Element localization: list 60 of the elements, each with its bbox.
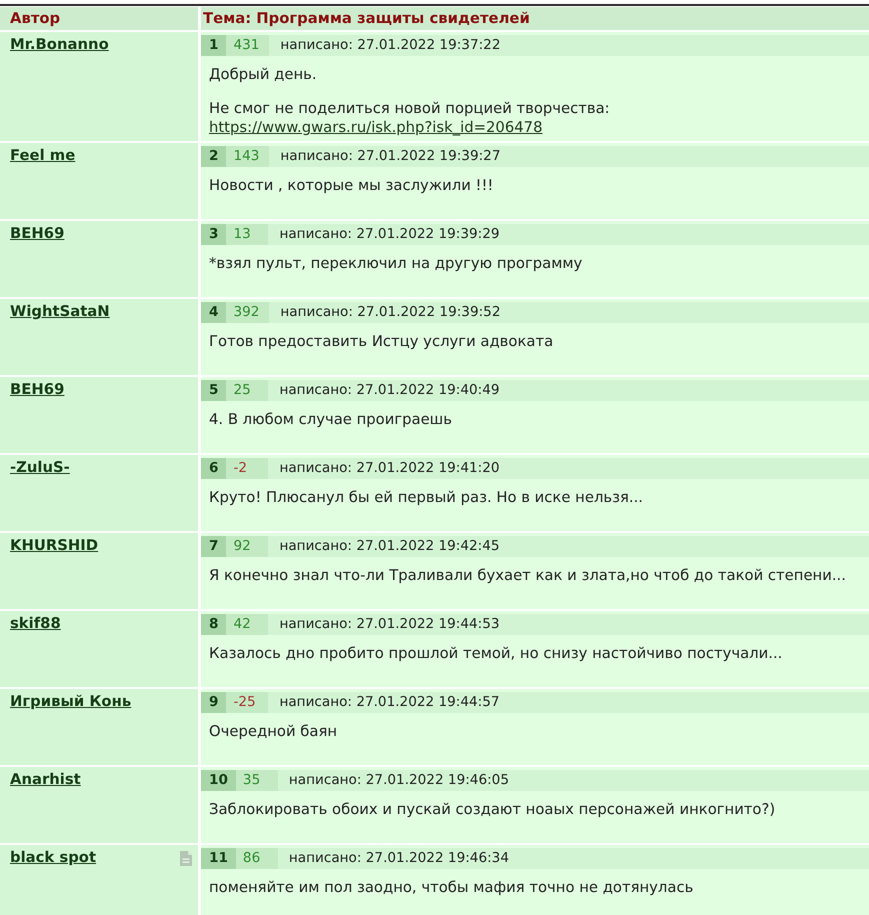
post-text: *взял пульт, переключил на другую программу [209, 254, 582, 273]
author-link[interactable]: skif88 [10, 615, 61, 633]
author-link[interactable]: Игривый Конь [10, 693, 132, 711]
post-text: 4. В любом случае проиграешь [209, 410, 452, 429]
post-text: Новости , которые мы заслужили !!! [209, 176, 494, 195]
post-number[interactable]: 6 [201, 458, 226, 479]
post-text: Готов предоставить Истцу услуги адвоката [209, 332, 554, 351]
post-number[interactable]: 5 [201, 380, 226, 401]
post-date: написано: 27.01.2022 19:39:52 [280, 303, 500, 322]
author-link[interactable]: -ZuluS- [10, 459, 70, 477]
post-number[interactable]: 3 [201, 224, 226, 245]
post-rating: 42 [226, 614, 268, 635]
post-number[interactable]: 9 [201, 692, 226, 713]
post-rating: 392 [226, 302, 270, 323]
author-link[interactable]: Feel me [10, 147, 76, 165]
post-rating: 86 [236, 848, 278, 869]
post-rating: 13 [226, 224, 268, 245]
post-text: Добрый день. [209, 65, 317, 84]
document-icon[interactable] [180, 851, 192, 866]
post-rating: 143 [226, 146, 270, 167]
post-date: написано: 27.01.2022 19:46:34 [288, 849, 509, 868]
author-link[interactable]: BEH69 [10, 225, 64, 243]
author-link[interactable]: Mr.Bonanno [10, 36, 109, 54]
post-rating: -25 [226, 692, 268, 713]
post-rating: 431 [226, 35, 270, 56]
post-number[interactable]: 4 [201, 302, 226, 323]
post-rating: 92 [226, 536, 268, 557]
post-number[interactable]: 8 [201, 614, 226, 635]
post-date: написано: 27.01.2022 19:39:29 [279, 225, 500, 244]
post-text: поменяйте им пол заодно, чтобы мафия точно не дотянулась [209, 878, 694, 897]
author-link[interactable]: KHURSHID [10, 537, 98, 555]
post-date: написано: 27.01.2022 19:44:53 [279, 615, 500, 634]
post-number[interactable]: 10 [201, 770, 236, 791]
post-rating: -2 [226, 458, 268, 479]
post-text: Очередной баян [209, 722, 338, 741]
post-date: написано: 27.01.2022 19:41:20 [279, 459, 500, 478]
author-link[interactable]: WightSataN [10, 303, 110, 321]
post-text: Не смог не поделиться новой порцией творчества: [209, 99, 610, 118]
post-text: Заблокировать обоих и пускай создают ноаых персонажей инкогнито?) [209, 800, 776, 819]
post-number[interactable]: 1 [201, 35, 226, 56]
post-rating: 35 [236, 770, 278, 791]
post-text: Казалось дно пробито прошлой темой, но снизу настойчиво постучали... [209, 644, 782, 663]
post-rating: 25 [226, 380, 268, 401]
post-date: написано: 27.01.2022 19:46:05 [288, 771, 509, 790]
post-text: Я конечно знал что-ли Траливали бухает как и злата,но чтоб до такой степени... [209, 566, 846, 585]
post-date: написано: 27.01.2022 19:40:49 [279, 381, 500, 400]
post-number[interactable]: 7 [201, 536, 226, 557]
post-number[interactable]: 11 [201, 848, 236, 869]
author-link[interactable]: black spot [10, 849, 96, 867]
post-date: написано: 27.01.2022 19:37:22 [280, 36, 500, 55]
author-link[interactable]: Anarhist [10, 771, 81, 789]
post-link[interactable]: https://www.gwars.ru/isk.php?isk_id=206478 [209, 118, 542, 137]
post-date: написано: 27.01.2022 19:44:57 [279, 693, 500, 712]
post-number[interactable]: 2 [201, 146, 226, 167]
column-header: Автор [0, 7, 198, 30]
author-link[interactable]: BEH69 [10, 381, 64, 399]
post-date: написано: 27.01.2022 19:39:27 [280, 147, 500, 166]
column-header: Тема: Программа защиты свидетелей [201, 7, 869, 30]
post-date: написано: 27.01.2022 19:42:45 [279, 537, 500, 556]
post-text: Круто! Плюсанул бы ей первый раз. Но в иске нельзя... [209, 488, 644, 507]
